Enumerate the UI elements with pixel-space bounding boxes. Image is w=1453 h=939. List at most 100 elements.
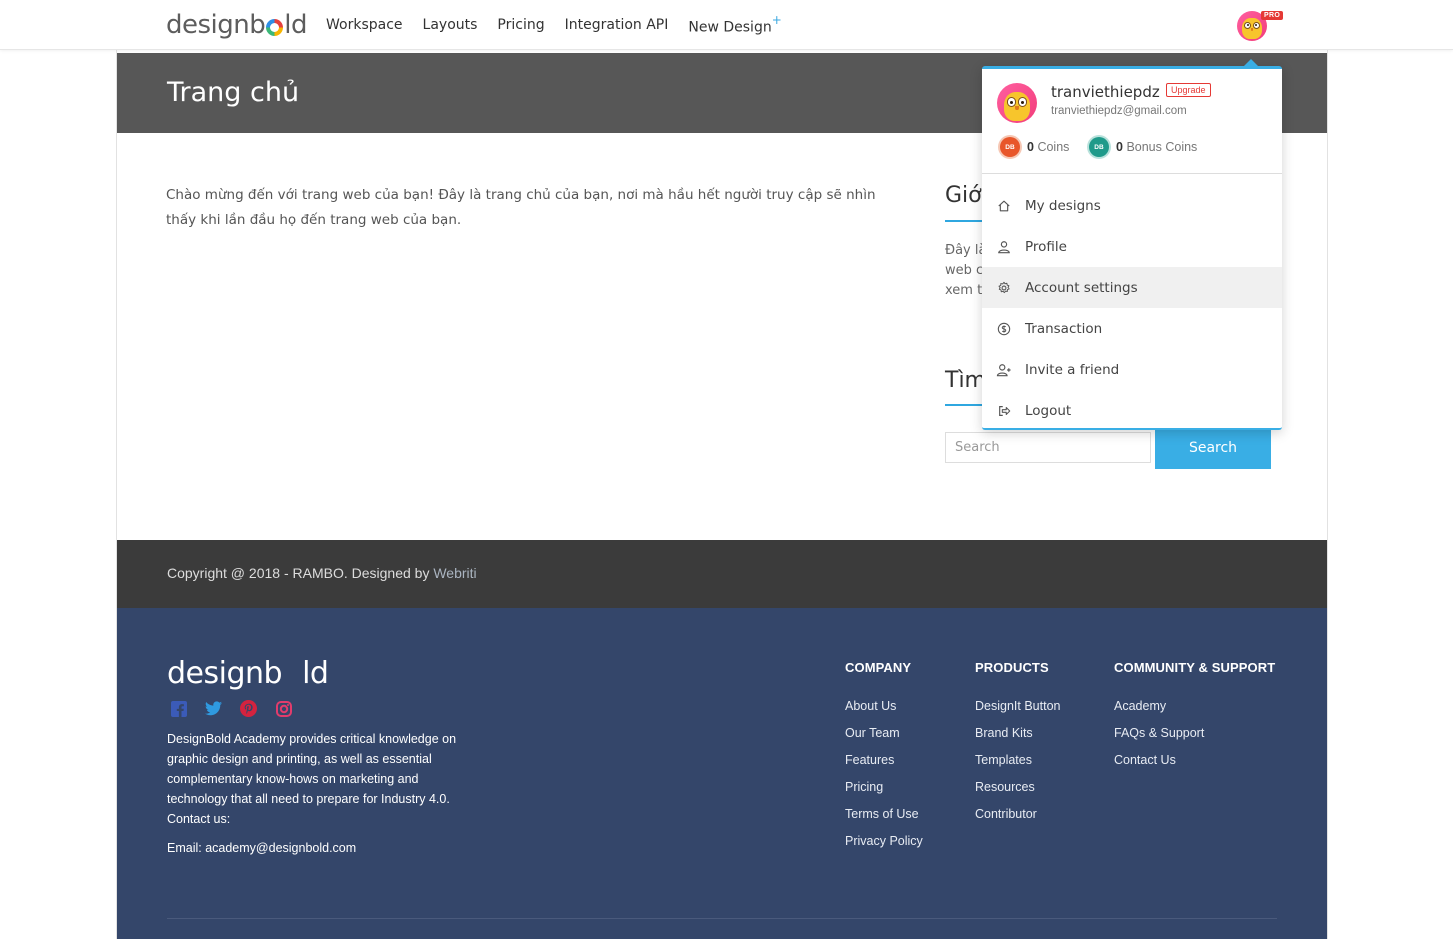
- footer-link-templates[interactable]: Templates: [975, 747, 1060, 774]
- dropdown-avatar: [997, 83, 1037, 123]
- dropdown-email: tranviethiepdz@gmail.com: [1051, 105, 1187, 117]
- twitter-icon[interactable]: [205, 700, 222, 717]
- footer-col-title: COMMUNITY & SUPPORT: [1114, 660, 1276, 675]
- copyright-bar: Copyright @ 2018 - RAMBO. Designed by We…: [117, 540, 1327, 608]
- footer-col-company: COMPANY About Us Our Team Features Prici…: [845, 660, 923, 855]
- bonus-coin-icon: DB: [1089, 137, 1109, 157]
- footer-link-pricing[interactable]: Pricing: [845, 774, 923, 801]
- gear-icon: [996, 280, 1012, 296]
- menu-item-label: Logout: [1025, 402, 1072, 419]
- menu-item-label: Invite a friend: [1025, 361, 1120, 378]
- footer-col-products: PRODUCTS DesignIt Button Brand Kits Temp…: [975, 660, 1060, 828]
- footer-about: DesignBold Academy provides critical kno…: [167, 729, 477, 829]
- copyright-label: Copyright @ 2018 - RAMBO. Designed by: [167, 565, 430, 581]
- footer-link-contributor[interactable]: Contributor: [975, 801, 1060, 828]
- bonus-coins-value: 0: [1116, 140, 1123, 154]
- main-nav: Workspace Layouts Pricing Integration AP…: [326, 0, 782, 50]
- sidebar-search-underline: [945, 404, 985, 406]
- footer-link-our-team[interactable]: Our Team: [845, 720, 923, 747]
- user-icon: [996, 239, 1012, 255]
- pro-badge: PRO: [1261, 11, 1284, 20]
- dropdown-divider: [982, 173, 1282, 174]
- menu-item-transaction[interactable]: Transaction: [982, 308, 1282, 349]
- logo-ring-icon: [266, 18, 284, 36]
- footer-contact-label: Contact us:: [167, 812, 231, 826]
- logo-text: b: [249, 10, 266, 40]
- footer-link-resources[interactable]: Resources: [975, 774, 1060, 801]
- coin-icon: DB: [1000, 137, 1020, 157]
- menu-item-label: Account settings: [1025, 279, 1138, 296]
- user-plus-icon: [996, 362, 1012, 378]
- coins-text: 0 Coins: [1027, 140, 1069, 154]
- footer-col-title: PRODUCTS: [975, 660, 1049, 675]
- dollar-icon: [996, 321, 1012, 337]
- footer-link-contact-us[interactable]: Contact Us: [1114, 747, 1275, 774]
- footer-link-academy[interactable]: Academy: [1114, 693, 1275, 720]
- logo-text: ld: [284, 10, 308, 40]
- nav-workspace[interactable]: Workspace: [326, 17, 403, 33]
- menu-item-label: Profile: [1025, 238, 1067, 255]
- nav-layouts[interactable]: Layouts: [423, 17, 478, 33]
- page-title: Trang chủ: [167, 77, 300, 108]
- footer-email: Email: academy@designbold.com: [167, 841, 357, 855]
- footer-link-brand-kits[interactable]: Brand Kits: [975, 720, 1060, 747]
- logo-ring-icon: [282, 664, 302, 684]
- sidebar-about-line: Đây là: [945, 243, 985, 258]
- bonus-coins-label: Bonus Coins: [1126, 140, 1198, 154]
- user-dropdown-menu: tranviethiepdz Upgrade tranviethiepdz@gm…: [982, 59, 1282, 431]
- site-footer: design b ld DesignBold Academy provides cr…: [117, 608, 1327, 939]
- footer-link-privacy[interactable]: Privacy Policy: [845, 828, 923, 855]
- dropdown-username: tranviethiepdz: [1051, 83, 1160, 101]
- footer-divider: [167, 918, 1277, 919]
- sidebar-about-text: Đây là web c xem t: [945, 241, 985, 301]
- dropdown-menu-list: My designs Profile Account settings Tran…: [982, 185, 1282, 431]
- footer-link-about-us[interactable]: About Us: [845, 693, 923, 720]
- sidebar-search-title: Tìm: [945, 368, 986, 393]
- nav-new-design[interactable]: New Design+: [688, 12, 782, 36]
- logout-icon: [996, 403, 1012, 419]
- search-button[interactable]: Search: [1155, 427, 1271, 469]
- footer-link-features[interactable]: Features: [845, 747, 923, 774]
- menu-item-invite-friend[interactable]: Invite a friend: [982, 349, 1282, 390]
- nav-integration-api[interactable]: Integration API: [565, 17, 669, 33]
- coins-label: Coins: [1037, 140, 1070, 154]
- copyright-text: Copyright @ 2018 - RAMBO. Designed by We…: [167, 565, 477, 581]
- footer-col-title: COMPANY: [845, 660, 912, 675]
- menu-item-account-settings[interactable]: Account settings: [982, 267, 1282, 308]
- nav-new-design-label: New Design: [688, 19, 772, 36]
- footer-logo[interactable]: design b ld: [167, 656, 329, 691]
- sidebar-about-underline: [945, 220, 985, 222]
- footer-col-community: COMMUNITY & SUPPORT Academy FAQs & Suppo…: [1114, 660, 1275, 774]
- bonus-coins-balance: DB 0 Bonus Coins: [1089, 137, 1197, 157]
- plus-icon: +: [771, 12, 782, 27]
- upgrade-button[interactable]: Upgrade: [1166, 83, 1211, 97]
- menu-item-label: Transaction: [1025, 320, 1103, 337]
- facebook-icon[interactable]: [170, 700, 187, 717]
- logo-text: design: [166, 10, 250, 40]
- footer-link-terms[interactable]: Terms of Use: [845, 801, 923, 828]
- search-input[interactable]: [945, 432, 1151, 463]
- instagram-icon[interactable]: [275, 700, 292, 717]
- bonus-coins-text: 0 Bonus Coins: [1116, 140, 1197, 154]
- footer-link-designit-button[interactable]: DesignIt Button: [975, 693, 1060, 720]
- footer-about-text: DesignBold Academy provides critical kno…: [167, 732, 457, 806]
- social-links: [170, 700, 292, 717]
- footer-link-faqs[interactable]: FAQs & Support: [1114, 720, 1275, 747]
- footer-logo-text: design: [167, 656, 264, 691]
- intro-paragraph: Chào mừng đến với trang web của bạn! Đây…: [166, 187, 876, 228]
- sidebar-about-line: web c: [945, 263, 984, 278]
- coins-value: 0: [1027, 140, 1034, 154]
- designbold-logo[interactable]: design b ld: [166, 9, 308, 41]
- menu-item-profile[interactable]: Profile: [982, 226, 1282, 267]
- footer-logo-text: ld: [302, 656, 329, 691]
- nav-pricing[interactable]: Pricing: [497, 17, 544, 33]
- coins-balance: DB 0 Coins: [1000, 137, 1069, 157]
- menu-item-my-designs[interactable]: My designs: [982, 185, 1282, 226]
- menu-item-label: My designs: [1025, 197, 1101, 214]
- top-navbar: design b ld Workspace Layouts Pricing Inte…: [0, 0, 1453, 50]
- footer-logo-text: b: [263, 656, 283, 691]
- webriti-link[interactable]: Webriti: [433, 565, 476, 581]
- menu-item-logout[interactable]: Logout: [982, 390, 1282, 431]
- pinterest-icon[interactable]: [240, 700, 257, 717]
- home-icon: [996, 198, 1012, 214]
